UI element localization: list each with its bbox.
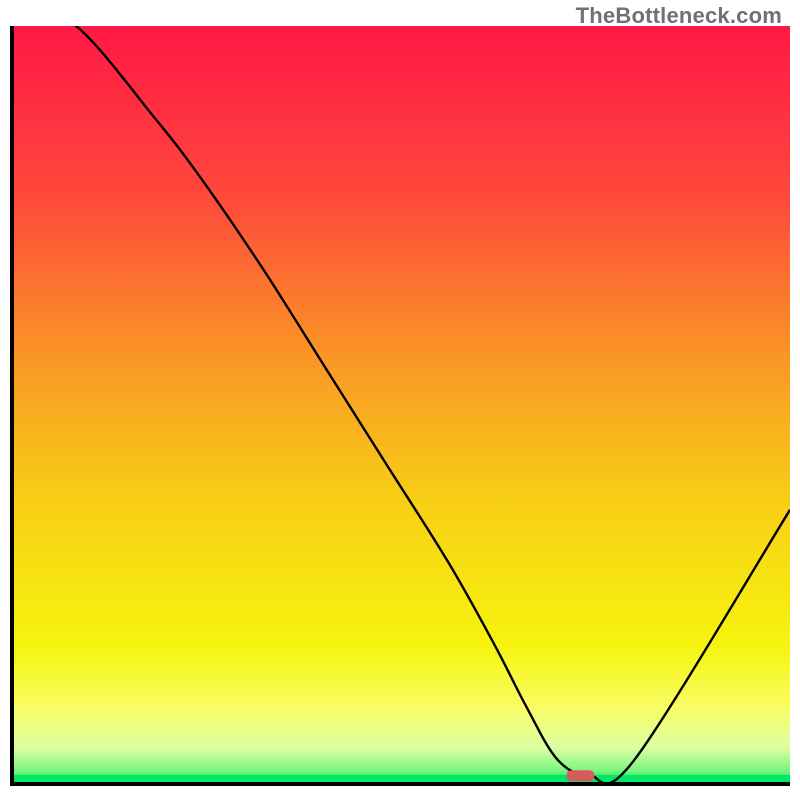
chart-container <box>10 26 790 786</box>
gradient-rect <box>14 26 790 782</box>
optimal-marker <box>567 770 595 781</box>
chart-svg <box>14 26 790 782</box>
green-floor <box>14 775 790 782</box>
